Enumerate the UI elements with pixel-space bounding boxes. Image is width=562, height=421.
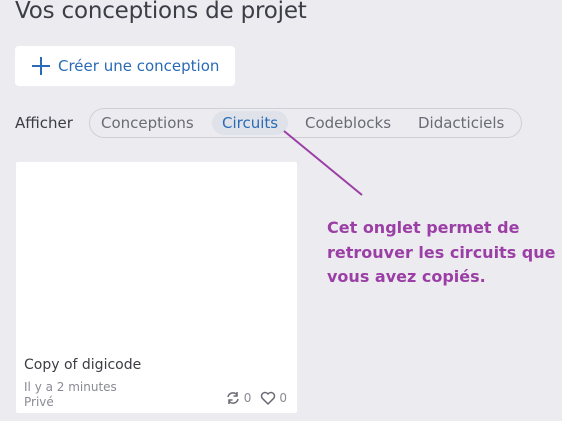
annotation-line: vous avez copiés. [327, 267, 486, 286]
card-timestamp: Il y a 2 minutes [24, 380, 117, 394]
card-privacy: Privé [24, 395, 54, 409]
annotation-text: Cet onglet permet de retrouver les circu… [327, 216, 562, 290]
copy-count: 0 [243, 391, 252, 405]
annotation-line: Cet onglet permet de [327, 218, 520, 237]
card-title: Copy of digicode [24, 357, 142, 373]
like-count: 0 [279, 391, 287, 405]
copy-count-icon [226, 392, 239, 404]
annotation-line: retrouver les circuits que [327, 242, 556, 262]
design-card[interactable]: Copy of digicode Il y a 2 minutes Privé … [16, 162, 297, 413]
heart-icon[interactable] [260, 391, 276, 405]
card-stats: 0 0 [225, 391, 287, 405]
